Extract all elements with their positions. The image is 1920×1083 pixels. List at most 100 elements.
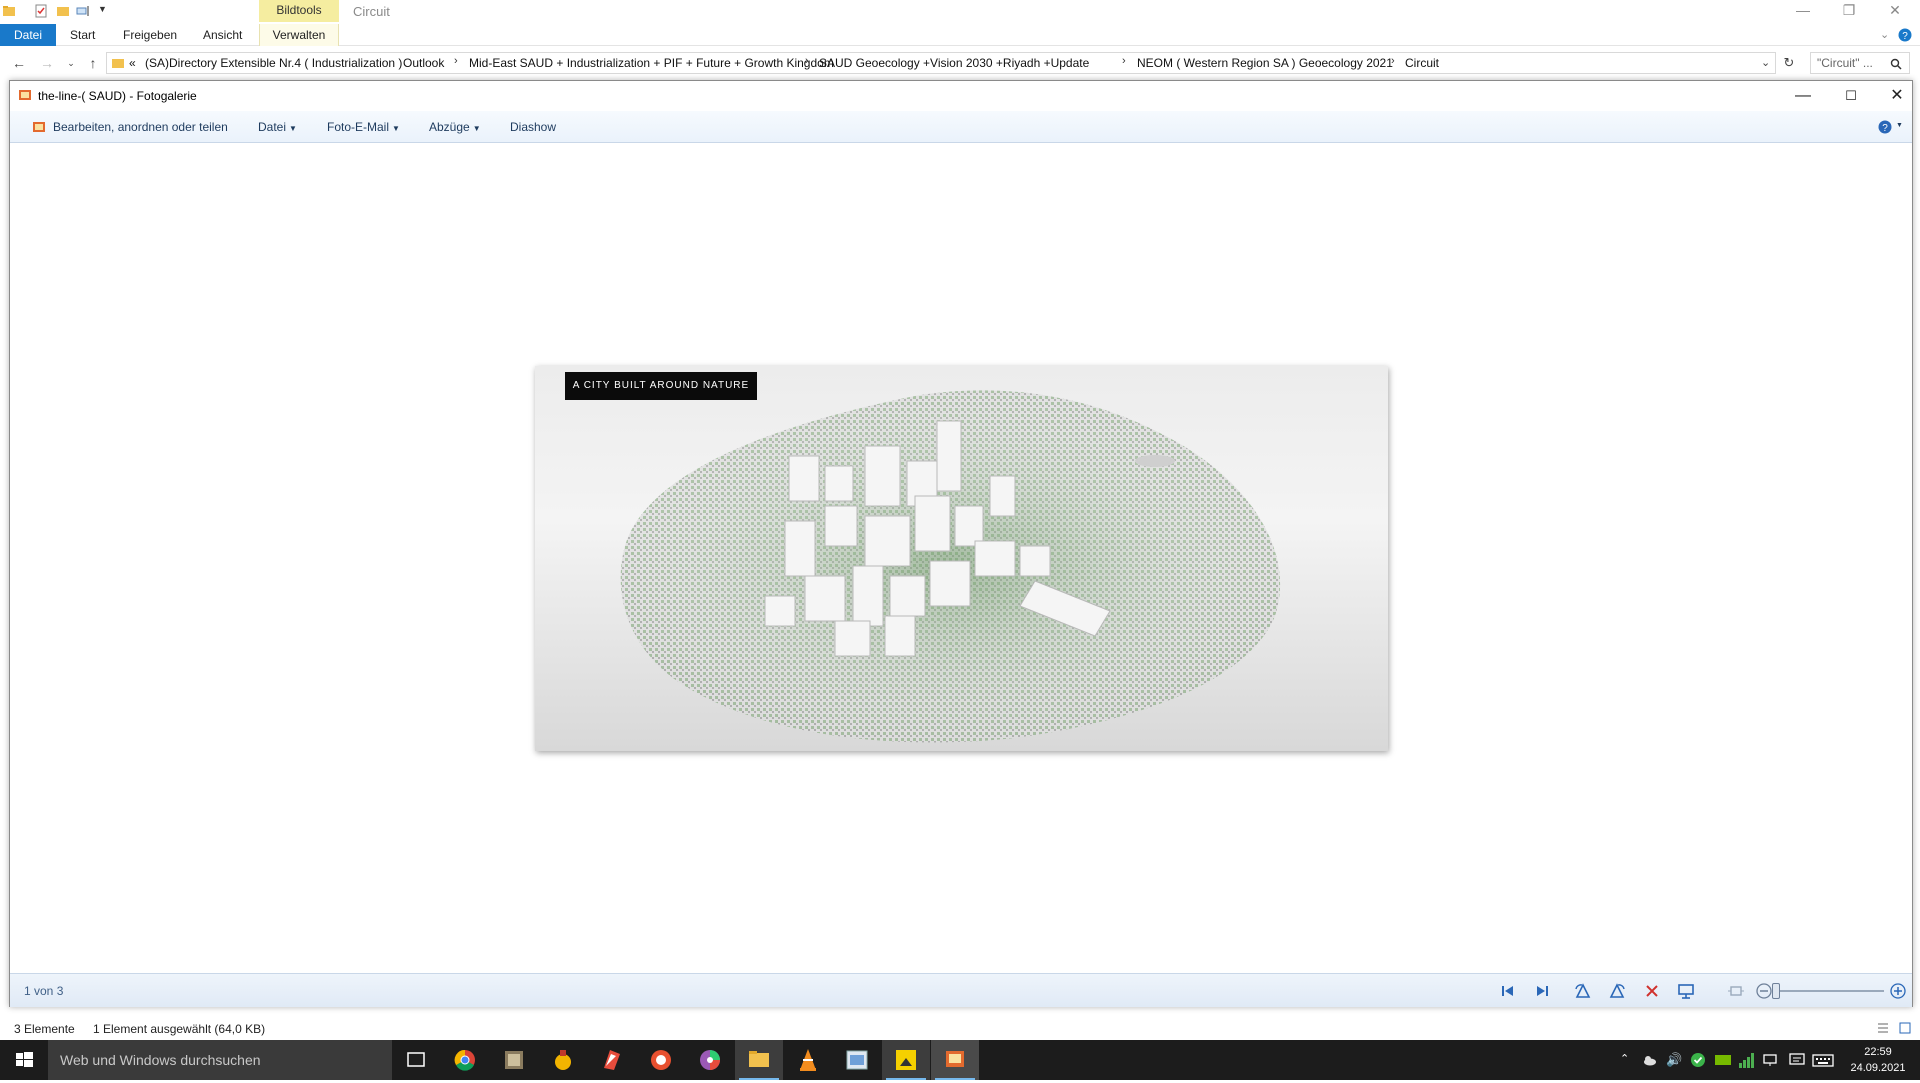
zoom-in-icon[interactable] xyxy=(1888,981,1908,1001)
fit-to-window-icon[interactable] xyxy=(1726,981,1746,1001)
gallery-maximize-button[interactable]: ☐ xyxy=(1836,87,1866,105)
rename-icon[interactable] xyxy=(76,4,90,18)
nvidia-icon[interactable] xyxy=(1714,1052,1732,1068)
prints-label: Abzüge xyxy=(429,120,470,134)
restore-button[interactable]: ❐ xyxy=(1826,2,1872,22)
breadcrumb-item[interactable]: Mid-East SAUD + Industrialization + PIF … xyxy=(469,56,834,70)
photo-email-label: Foto-E-Mail xyxy=(327,120,390,134)
folder-icon[interactable] xyxy=(2,4,16,18)
breadcrumb-overflow[interactable]: « xyxy=(129,56,136,70)
breadcrumb-item[interactable]: (SA)Directory Extensible Nr.4 ( Industri… xyxy=(145,56,402,70)
chrome-profile-icon[interactable] xyxy=(637,1040,685,1080)
yellow-photo-app-icon xyxy=(896,1050,916,1070)
edit-arrange-share-button[interactable]: Bearbeiten, anordnen oder teilen xyxy=(53,120,228,134)
keyboard-icon[interactable] xyxy=(1812,1052,1834,1068)
file-menu-button[interactable]: Datei ▼ xyxy=(258,120,297,134)
zoom-slider-thumb[interactable] xyxy=(1772,983,1780,999)
task-view-icon[interactable] xyxy=(392,1040,440,1080)
photo-gallery-taskbar-button[interactable] xyxy=(931,1040,979,1080)
customize-quick-access-icon[interactable]: ▼ xyxy=(98,4,107,14)
close-button[interactable]: ✕ xyxy=(1872,2,1918,22)
vlc-icon[interactable] xyxy=(784,1040,832,1080)
rotate-left-icon[interactable] xyxy=(1573,981,1593,1001)
tab-manage[interactable]: Verwalten xyxy=(259,24,339,46)
breadcrumb-item[interactable]: SAUD Geoecology +Vision 2030 +Riyadh +Up… xyxy=(819,56,1089,70)
network-signal-icon[interactable] xyxy=(1738,1051,1754,1069)
next-photo-icon[interactable] xyxy=(1532,981,1552,1001)
taskbar-search-placeholder: Web und Windows durchsuchen xyxy=(60,1052,261,1068)
volume-icon[interactable]: 🔊 xyxy=(1666,1052,1682,1068)
show-hidden-icons-icon[interactable]: ⌃ xyxy=(1620,1052,1629,1065)
address-row: ← → ⌄ ↑ « (SA)Directory Extensible Nr.4 … xyxy=(0,48,1920,78)
recent-locations-icon[interactable]: ⌄ xyxy=(62,54,80,72)
back-arrow-icon[interactable]: ← xyxy=(10,54,28,72)
taskbar-search-input[interactable]: Web und Windows durchsuchen xyxy=(48,1040,392,1080)
displayed-photo: A CITY BUILT AROUND NATURE xyxy=(535,366,1388,751)
file-explorer-taskbar-button[interactable] xyxy=(735,1040,783,1080)
photo-gallery-window: the-line-( SAUD) - Fotogalerie — ☐ ✕ Bea… xyxy=(9,80,1913,1007)
address-bar[interactable]: « (SA)Directory Extensible Nr.4 ( Indust… xyxy=(106,52,1776,74)
help-icon[interactable]: ? xyxy=(1898,28,1912,42)
large-icons-view-icon[interactable] xyxy=(1898,1021,1912,1035)
zoom-slider-track[interactable] xyxy=(1772,990,1884,992)
security-status-icon[interactable] xyxy=(1690,1052,1706,1068)
previous-photo-icon[interactable] xyxy=(1498,981,1518,1001)
gallery-minimize-button[interactable]: — xyxy=(1788,87,1818,105)
breadcrumb-separator-icon[interactable]: › xyxy=(1122,55,1126,67)
prints-button[interactable]: Abzüge ▼ xyxy=(429,120,481,134)
breadcrumb-item[interactable]: NEOM ( Western Region SA ) Geoecology 20… xyxy=(1137,56,1393,70)
context-tab-group: Bildtools xyxy=(259,0,339,22)
tab-share[interactable]: Freigeben xyxy=(113,24,187,46)
photo-email-button[interactable]: Foto-E-Mail ▼ xyxy=(327,120,400,134)
photo-gallery-app-icon xyxy=(19,90,31,100)
gallery-toolbar: Bearbeiten, anordnen oder teilen Datei ▼ … xyxy=(10,111,1912,143)
system-clock[interactable]: 22:59 24.09.2021 xyxy=(1842,1044,1914,1076)
chrome-icon[interactable] xyxy=(441,1040,489,1080)
breadcrumb-separator-icon[interactable]: › xyxy=(454,55,458,67)
windows-start-icon[interactable] xyxy=(0,1040,48,1080)
new-folder-icon[interactable] xyxy=(56,4,70,18)
properties-icon[interactable] xyxy=(34,4,48,18)
minimize-button[interactable]: — xyxy=(1780,2,1826,22)
window-title: Circuit xyxy=(353,4,390,19)
photo-viewer: A CITY BUILT AROUND NATURE xyxy=(10,143,1912,973)
details-view-icon[interactable] xyxy=(1876,1021,1890,1035)
slideshow-button[interactable]: Diashow xyxy=(510,120,556,134)
zoom-out-icon[interactable] xyxy=(1754,981,1774,1001)
gallery-close-button[interactable]: ✕ xyxy=(1882,87,1912,105)
tab-file[interactable]: Datei xyxy=(0,24,56,46)
forward-arrow-icon[interactable]: → xyxy=(38,54,56,72)
up-arrow-icon[interactable]: ↑ xyxy=(84,54,102,72)
help-icon[interactable]: ? xyxy=(1878,120,1892,134)
taskbar: Web und Windows durchsuchen ⌃ 🔊 22:59 24… xyxy=(0,1040,1920,1080)
ribbon-tabs: Datei Start Freigeben Ansicht Verwalten … xyxy=(0,24,1920,46)
search-icon[interactable] xyxy=(1890,58,1902,70)
file-explorer-icon xyxy=(749,1051,769,1067)
clock-date: 24.09.2021 xyxy=(1850,1062,1906,1074)
media-app-icon[interactable] xyxy=(539,1040,587,1080)
tab-start[interactable]: Start xyxy=(60,24,105,46)
ribbon-expand-icon[interactable]: ⌄ xyxy=(1880,28,1889,41)
address-dropdown-icon[interactable]: ⌄ xyxy=(1761,56,1770,69)
help-dropdown-icon[interactable]: ▼ xyxy=(1896,122,1903,129)
office-app-icon[interactable] xyxy=(588,1040,636,1080)
slideshow-icon[interactable] xyxy=(1676,981,1696,1001)
selection-info: 1 Element ausgewählt (64,0 KB) xyxy=(93,1022,266,1036)
photo-viewer-app-icon[interactable] xyxy=(833,1040,881,1080)
cloud-sync-icon[interactable] xyxy=(1642,1052,1658,1068)
delete-icon[interactable] xyxy=(1642,981,1662,1001)
file-manager-app-icon[interactable] xyxy=(490,1040,538,1080)
photo-gallery-app-icon xyxy=(946,1051,964,1067)
breadcrumb-item[interactable]: Outlook xyxy=(403,56,444,70)
breadcrumb-item-current[interactable]: Circuit xyxy=(1405,56,1439,70)
rotate-right-icon[interactable] xyxy=(1607,981,1627,1001)
tab-view[interactable]: Ansicht xyxy=(193,24,252,46)
refresh-icon[interactable]: ↻ xyxy=(1780,54,1798,72)
breadcrumb-separator-icon[interactable]: › xyxy=(1391,55,1395,67)
photo-app-taskbar-button[interactable] xyxy=(882,1040,930,1080)
breadcrumb-separator-icon[interactable]: › xyxy=(805,55,809,67)
network-connection-icon[interactable] xyxy=(1762,1052,1780,1068)
notifications-icon[interactable] xyxy=(1788,1052,1806,1068)
dropdown-arrow-icon: ▼ xyxy=(289,124,297,133)
picasa-icon[interactable] xyxy=(686,1040,734,1080)
